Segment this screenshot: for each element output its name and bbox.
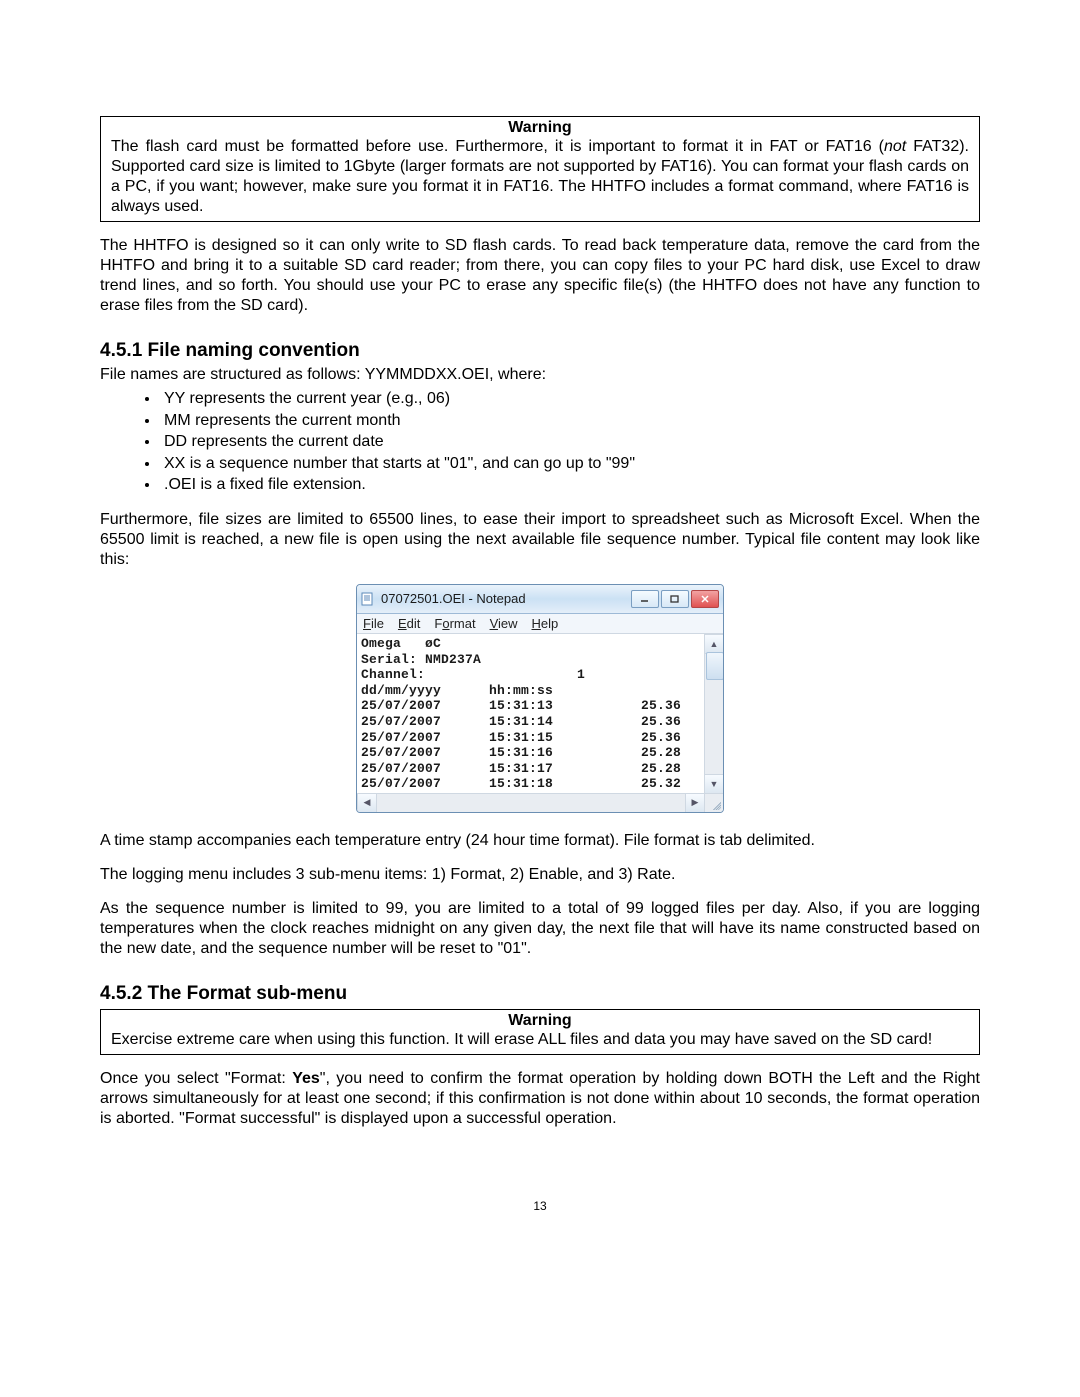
para6-bold: Yes xyxy=(292,1070,320,1087)
window-title: 07072501.OEI - Notepad xyxy=(381,591,526,606)
list-item: MM represents the current month xyxy=(160,410,980,432)
scroll-right-icon[interactable]: ▶ xyxy=(685,794,705,812)
notepad-icon xyxy=(361,592,375,606)
window-buttons xyxy=(631,590,719,608)
maximize-button[interactable] xyxy=(661,590,689,608)
scroll-down-icon[interactable]: ▼ xyxy=(705,774,723,794)
warning-box-2: Warning Exercise extreme care when using… xyxy=(100,1009,980,1055)
vertical-scrollbar[interactable]: ▲ ▼ xyxy=(704,634,723,794)
menubar: File Edit Format View Help xyxy=(357,614,723,634)
title-left: 07072501.OEI - Notepad xyxy=(361,591,526,606)
scroll-thumb[interactable] xyxy=(706,652,724,680)
warning-title: Warning xyxy=(111,119,969,137)
list-item: XX is a sequence number that starts at "… xyxy=(160,453,980,475)
menu-help[interactable]: Help xyxy=(532,616,559,631)
section-heading-451: 4.5.1 File naming convention xyxy=(100,340,980,362)
bullet-list: YY represents the current year (e.g., 06… xyxy=(100,388,980,496)
warning-text-em: not xyxy=(884,138,906,155)
client-area: Omega øC Serial: NMD237A Channel: 1 dd/m… xyxy=(357,634,723,812)
page-number: 13 xyxy=(100,1199,980,1213)
list-item: DD represents the current date xyxy=(160,431,980,453)
menu-file[interactable]: File xyxy=(363,616,384,631)
warning-box-1: Warning The flash card must be formatted… xyxy=(100,116,980,222)
menu-edit[interactable]: Edit xyxy=(398,616,420,631)
intro-451: File names are structured as follows: YY… xyxy=(100,366,980,384)
warning-text-pre: The flash card must be formatted before … xyxy=(111,138,884,155)
scroll-left-icon[interactable]: ◀ xyxy=(357,794,377,812)
paragraph-4: The logging menu includes 3 sub-menu ite… xyxy=(100,865,980,885)
paragraph-6: Once you select "Format: Yes", you need … xyxy=(100,1069,980,1129)
minimize-button[interactable] xyxy=(631,590,659,608)
para6-pre: Once you select "Format: xyxy=(100,1070,292,1087)
section-heading-452: 4.5.2 The Format sub-menu xyxy=(100,983,980,1005)
notepad-content[interactable]: Omega øC Serial: NMD237A Channel: 1 dd/m… xyxy=(357,634,723,796)
paragraph-2: Furthermore, file sizes are limited to 6… xyxy=(100,510,980,570)
warning-body: The flash card must be formatted before … xyxy=(111,137,969,217)
paragraph-5: As the sequence number is limited to 99,… xyxy=(100,899,980,959)
list-item: .OEI is a fixed file extension. xyxy=(160,474,980,496)
paragraph-1: The HHTFO is designed so it can only wri… xyxy=(100,236,980,316)
document-page: Warning The flash card must be formatted… xyxy=(0,0,1080,1273)
close-button[interactable] xyxy=(691,590,719,608)
notepad-screenshot: 07072501.OEI - Notepad xyxy=(356,584,724,813)
titlebar: 07072501.OEI - Notepad xyxy=(357,585,723,614)
warning-title-2: Warning xyxy=(111,1012,969,1030)
notepad-window: 07072501.OEI - Notepad xyxy=(356,584,724,813)
resize-grip-icon[interactable] xyxy=(704,793,723,812)
list-item: YY represents the current year (e.g., 06… xyxy=(160,388,980,410)
scroll-up-icon[interactable]: ▲ xyxy=(705,634,723,654)
paragraph-3: A time stamp accompanies each temperatur… xyxy=(100,831,980,851)
menu-format[interactable]: Format xyxy=(434,616,475,631)
menu-view[interactable]: View xyxy=(490,616,518,631)
warning-body-2: Exercise extreme care when using this fu… xyxy=(111,1030,969,1050)
horizontal-scrollbar[interactable]: ◀ ▶ xyxy=(357,793,705,812)
